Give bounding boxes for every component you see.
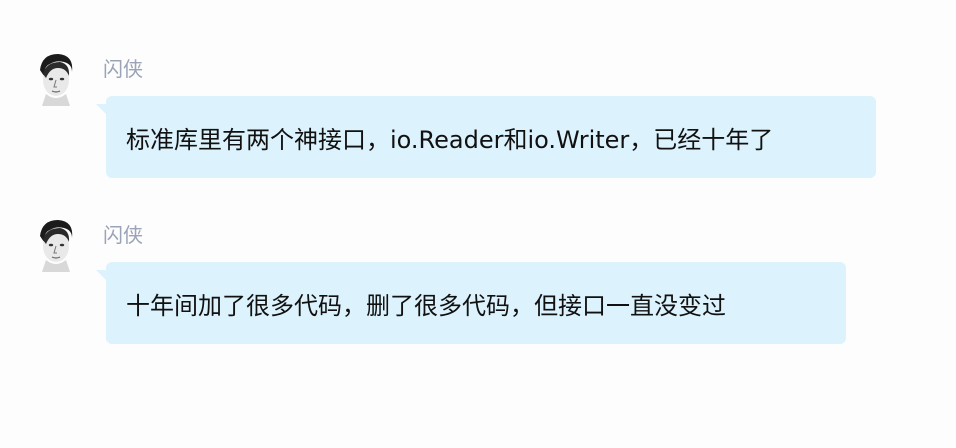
message-bubble[interactable]: 标准库里有两个神接口，io.Reader和io.Writer，已经十年了 [106,96,876,178]
message-text: 标准库里有两个神接口，io.Reader和io.Writer，已经十年了 [126,125,774,154]
person-portrait-icon [32,216,78,272]
avatar[interactable] [32,50,78,106]
chat-thread: 闪侠 标准库里有两个神接口，io.Reader和io.Writer，已经十年了 … [0,0,956,448]
avatar[interactable] [32,216,78,272]
message-text: 十年间加了很多代码，删了很多代码，但接口一直没变过 [126,291,726,320]
message-bubble[interactable]: 十年间加了很多代码，删了很多代码，但接口一直没变过 [106,262,846,344]
person-portrait-icon [32,50,78,106]
sender-name: 闪侠 [103,223,143,247]
sender-name: 闪侠 [103,57,143,81]
